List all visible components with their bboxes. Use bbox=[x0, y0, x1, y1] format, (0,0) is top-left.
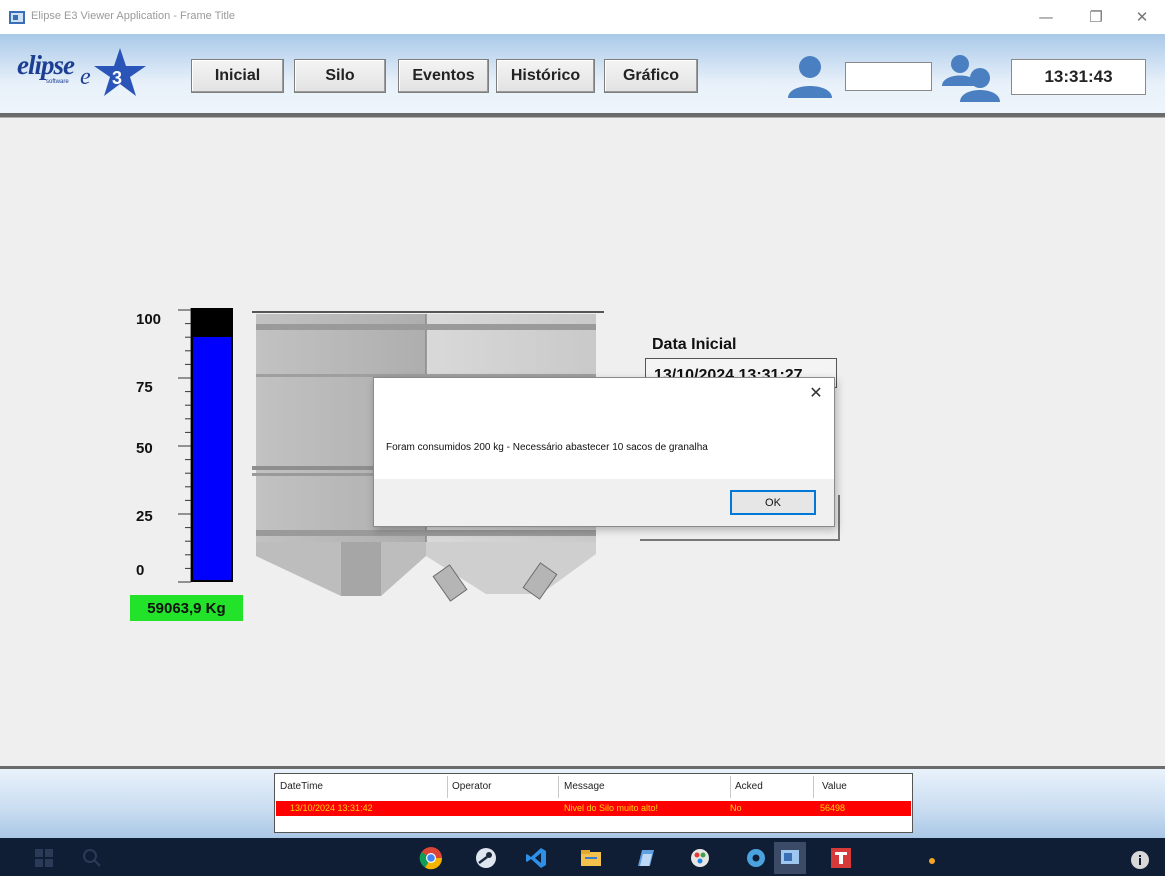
nav-inicial-button[interactable]: Inicial bbox=[191, 59, 284, 93]
scale-label-50: 50 bbox=[136, 440, 153, 457]
alarm-row-acked: No bbox=[730, 803, 742, 813]
dialog-message: Foram consumidos 200 kg - Necessário aba… bbox=[386, 442, 708, 453]
users-group-icon[interactable] bbox=[940, 52, 1002, 104]
search-icon[interactable] bbox=[80, 846, 104, 870]
dialog-ok-button[interactable]: OK bbox=[730, 490, 816, 515]
scale-label-75: 75 bbox=[136, 379, 153, 396]
alarm-col-datetime[interactable]: DateTime bbox=[280, 781, 323, 792]
e3-star-logo-icon: e 3 bbox=[80, 48, 146, 96]
header-divider bbox=[0, 113, 1165, 118]
paint-icon[interactable] bbox=[688, 846, 712, 870]
vscode-icon[interactable] bbox=[524, 846, 548, 870]
nav-grafico-button[interactable]: Gráfico bbox=[604, 59, 698, 93]
alarm-col-acked[interactable]: Acked bbox=[735, 781, 763, 792]
dialog-close-icon[interactable]: ✕ bbox=[807, 384, 825, 402]
minimize-button[interactable]: — bbox=[1026, 6, 1066, 28]
elipse-viewer-icon[interactable] bbox=[774, 842, 806, 874]
nav-historico-button[interactable]: Histórico bbox=[496, 59, 595, 93]
svg-text:3: 3 bbox=[112, 68, 122, 88]
svg-text:e: e bbox=[80, 64, 91, 90]
notepad-icon[interactable] bbox=[634, 846, 658, 870]
alarm-col-separator bbox=[813, 776, 814, 798]
clock-display: 13:31:43 bbox=[1011, 59, 1146, 95]
alarm-col-value[interactable]: Value bbox=[822, 781, 847, 792]
alarm-row-datetime: 13/10/2024 13:31:42 bbox=[290, 803, 373, 813]
tray-indicator-icon bbox=[929, 858, 935, 864]
settings-icon[interactable] bbox=[744, 846, 768, 870]
alarm-col-separator bbox=[730, 776, 731, 798]
file-explorer-icon[interactable] bbox=[579, 846, 603, 870]
alarm-col-separator bbox=[558, 776, 559, 798]
window-title: Elipse E3 Viewer Application - Frame Tit… bbox=[31, 10, 235, 22]
scale-label-100: 100 bbox=[136, 311, 162, 328]
user-name-field[interactable] bbox=[845, 62, 932, 91]
tool-icon[interactable] bbox=[829, 846, 853, 870]
scale-label-25: 25 bbox=[136, 508, 153, 525]
elipse-logo-text: elipse bbox=[17, 50, 75, 80]
steam-icon[interactable] bbox=[474, 846, 498, 870]
windows-start-icon[interactable] bbox=[32, 846, 56, 870]
alarm-row-value: 56498 bbox=[820, 803, 846, 813]
alarm-col-message[interactable]: Message bbox=[564, 781, 605, 792]
close-button[interactable]: ✕ bbox=[1122, 6, 1162, 28]
info-icon[interactable] bbox=[1130, 850, 1150, 870]
scale-ticks bbox=[178, 308, 192, 583]
chrome-icon[interactable] bbox=[419, 846, 443, 870]
scale-label-0: 0 bbox=[136, 562, 145, 579]
restore-button[interactable]: ❐ bbox=[1076, 6, 1116, 28]
elipse-logo-subtext: software bbox=[46, 79, 69, 85]
silo-weight-display: 59063,9 Kg bbox=[130, 595, 243, 621]
alarm-col-operator[interactable]: Operator bbox=[452, 781, 491, 792]
user-login-icon[interactable] bbox=[784, 52, 836, 100]
silo-level-fill bbox=[193, 337, 231, 580]
app-icon bbox=[9, 11, 25, 24]
alarm-col-separator bbox=[447, 776, 448, 798]
nav-silo-button[interactable]: Silo bbox=[294, 59, 386, 93]
nav-eventos-button[interactable]: Eventos bbox=[398, 59, 489, 93]
data-inicial-label: Data Inicial bbox=[652, 336, 737, 353]
alarm-row-message: Nivel do Silo muito alto! bbox=[564, 803, 659, 813]
